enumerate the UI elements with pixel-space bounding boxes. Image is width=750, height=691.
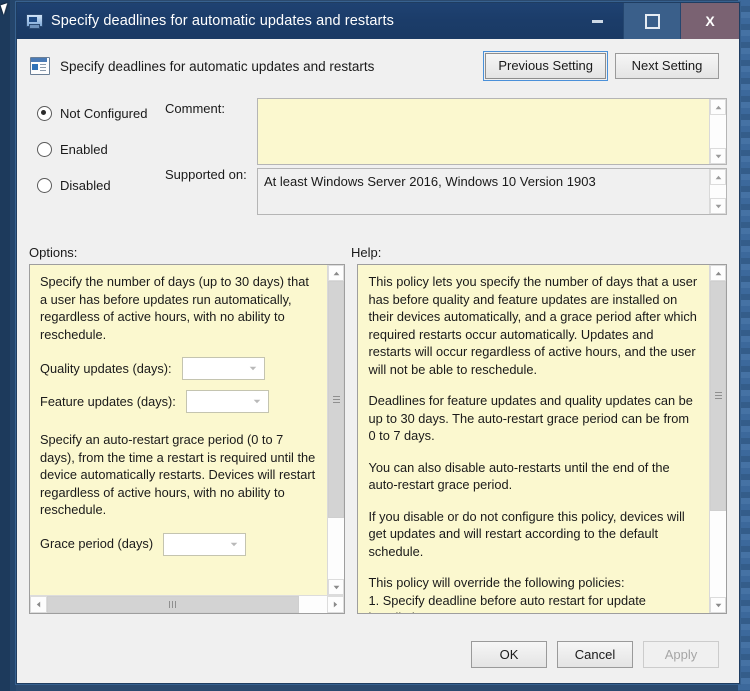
pane-labels: Options: Help: bbox=[17, 239, 739, 264]
supported-on-textbox: At least Windows Server 2016, Windows 10… bbox=[257, 168, 727, 215]
options-scroll-down-icon[interactable] bbox=[328, 579, 345, 595]
help-content: This policy lets you specify the number … bbox=[358, 265, 709, 613]
help-paragraph-1: This policy lets you specify the number … bbox=[368, 274, 698, 377]
radio-not-configured-indicator bbox=[37, 105, 52, 121]
options-content: Specify the number of days (up to 30 day… bbox=[30, 265, 327, 595]
comment-scrollbar[interactable] bbox=[709, 99, 726, 164]
radio-disabled[interactable]: Disabled bbox=[37, 173, 147, 197]
help-override-item-1: 1. Specify deadline before auto restart … bbox=[368, 592, 646, 614]
apply-button: Apply bbox=[643, 640, 719, 668]
comment-label: Comment: bbox=[165, 101, 225, 116]
minimize-button[interactable] bbox=[571, 3, 623, 39]
state-and-metadata: Not Configured Enabled Disabled Comment: bbox=[17, 89, 739, 239]
feature-updates-combobox[interactable] bbox=[185, 390, 269, 413]
radio-not-configured-label: Not Configured bbox=[60, 105, 148, 121]
help-scroll-up-icon[interactable] bbox=[710, 265, 726, 281]
chevron-down-icon bbox=[249, 366, 256, 371]
setting-nav-buttons: Previous Setting Next Setting bbox=[483, 51, 719, 81]
help-scroll-thumb[interactable] bbox=[710, 281, 726, 511]
radio-enabled-label: Enabled bbox=[60, 141, 108, 157]
options-hscroll-track[interactable] bbox=[47, 596, 328, 613]
options-scroll-right-icon[interactable] bbox=[327, 596, 345, 613]
setting-title: Specify deadlines for automatic updates … bbox=[60, 58, 375, 74]
grace-period-combobox[interactable] bbox=[163, 532, 247, 556]
quality-updates-row: Quality updates (days): bbox=[40, 357, 317, 380]
comment-scroll-up-icon[interactable] bbox=[710, 99, 726, 115]
maximize-icon bbox=[644, 13, 660, 29]
feature-updates-label: Feature updates (days): bbox=[40, 393, 176, 409]
comment-textbox[interactable] bbox=[257, 98, 727, 165]
radio-disabled-label: Disabled bbox=[60, 177, 111, 193]
dialog-client-area: Specify deadlines for automatic updates … bbox=[17, 39, 739, 683]
radio-disabled-indicator bbox=[37, 177, 52, 193]
radio-enabled[interactable]: Enabled bbox=[37, 137, 147, 161]
policy-setting-icon bbox=[29, 56, 51, 76]
policy-setting-dialog: Specify deadlines for automatic updates … bbox=[16, 2, 740, 684]
options-horizontal-scrollbar[interactable] bbox=[30, 595, 345, 613]
grace-period-row: Grace period (days) bbox=[40, 532, 317, 556]
supported-on-scrollbar[interactable] bbox=[709, 169, 726, 214]
options-pane-inner: Specify the number of days (up to 30 day… bbox=[30, 265, 345, 595]
policy-state-radio-group: Not Configured Enabled Disabled bbox=[37, 101, 147, 209]
panes-container: Specify the number of days (up to 30 day… bbox=[17, 264, 739, 614]
help-paragraph-4: If you disable or do not configure this … bbox=[368, 508, 685, 559]
options-label: Options: bbox=[29, 245, 78, 260]
supported-scroll-down-icon[interactable] bbox=[710, 198, 726, 214]
policy-window-icon bbox=[25, 13, 43, 29]
setting-header: Specify deadlines for automatic updates … bbox=[17, 39, 739, 89]
options-pane: Specify the number of days (up to 30 day… bbox=[29, 264, 346, 614]
close-icon: X bbox=[705, 13, 715, 29]
maximize-button[interactable] bbox=[623, 3, 681, 39]
help-paragraph-2: Deadlines for feature updates and qualit… bbox=[368, 393, 693, 443]
comment-value[interactable] bbox=[258, 99, 709, 164]
ok-button[interactable]: OK bbox=[471, 640, 547, 668]
options-hscroll-thumb[interactable] bbox=[47, 596, 299, 613]
scroll-grip-icon bbox=[169, 601, 177, 608]
feature-updates-row: Feature updates (days): bbox=[40, 390, 317, 413]
window-title: Specify deadlines for automatic updates … bbox=[51, 13, 394, 29]
help-override-intro: This policy will override the following … bbox=[368, 575, 625, 590]
supported-on-label: Supported on: bbox=[165, 167, 247, 182]
help-pane-inner: This policy lets you specify the number … bbox=[358, 265, 726, 613]
radio-enabled-indicator bbox=[37, 141, 52, 157]
options-scroll-track[interactable] bbox=[328, 281, 345, 579]
help-label: Help: bbox=[351, 245, 382, 260]
grace-period-label: Grace period (days) bbox=[40, 536, 154, 552]
help-scroll-down-icon[interactable] bbox=[710, 597, 726, 613]
chevron-down-icon bbox=[230, 542, 238, 546]
supported-scroll-track[interactable] bbox=[710, 185, 726, 198]
cancel-button[interactable]: Cancel bbox=[557, 640, 633, 668]
options-intro-text: Specify the number of days (up to 30 day… bbox=[40, 274, 309, 342]
title-bar[interactable]: Specify deadlines for automatic updates … bbox=[17, 3, 739, 39]
options-vertical-scrollbar[interactable] bbox=[327, 265, 345, 595]
options-scroll-left-icon[interactable] bbox=[30, 596, 47, 613]
previous-setting-button[interactable]: Previous Setting bbox=[483, 51, 608, 81]
quality-updates-label: Quality updates (days): bbox=[40, 360, 172, 376]
chevron-down-icon bbox=[253, 399, 261, 404]
help-override-list: 1. Specify deadline before auto restart … bbox=[368, 592, 699, 614]
supported-on-value: At least Windows Server 2016, Windows 10… bbox=[264, 174, 596, 189]
options-scroll-up-icon[interactable] bbox=[328, 265, 345, 281]
help-scroll-track[interactable] bbox=[710, 281, 726, 597]
close-button[interactable]: X bbox=[681, 3, 739, 39]
minimize-icon bbox=[591, 19, 603, 23]
grace-intro-text: Specify an auto-restart grace period (0 … bbox=[40, 432, 316, 517]
quality-updates-combobox[interactable] bbox=[181, 357, 265, 380]
window-controls: X bbox=[571, 3, 739, 39]
radio-not-configured[interactable]: Not Configured bbox=[37, 101, 147, 125]
scroll-grip-icon bbox=[332, 396, 340, 404]
help-paragraph-3: You can also disable auto-restarts until… bbox=[368, 459, 670, 493]
comment-scroll-track[interactable] bbox=[710, 115, 726, 148]
dialog-footer: OK Cancel Apply bbox=[17, 625, 739, 683]
supported-scroll-up-icon[interactable] bbox=[710, 169, 726, 185]
scroll-grip-icon bbox=[714, 392, 722, 400]
options-scroll-thumb[interactable] bbox=[328, 281, 345, 519]
help-vertical-scrollbar[interactable] bbox=[709, 265, 726, 613]
next-setting-button[interactable]: Next Setting bbox=[615, 53, 719, 79]
help-pane: This policy lets you specify the number … bbox=[357, 264, 727, 614]
comment-scroll-down-icon[interactable] bbox=[710, 148, 726, 164]
